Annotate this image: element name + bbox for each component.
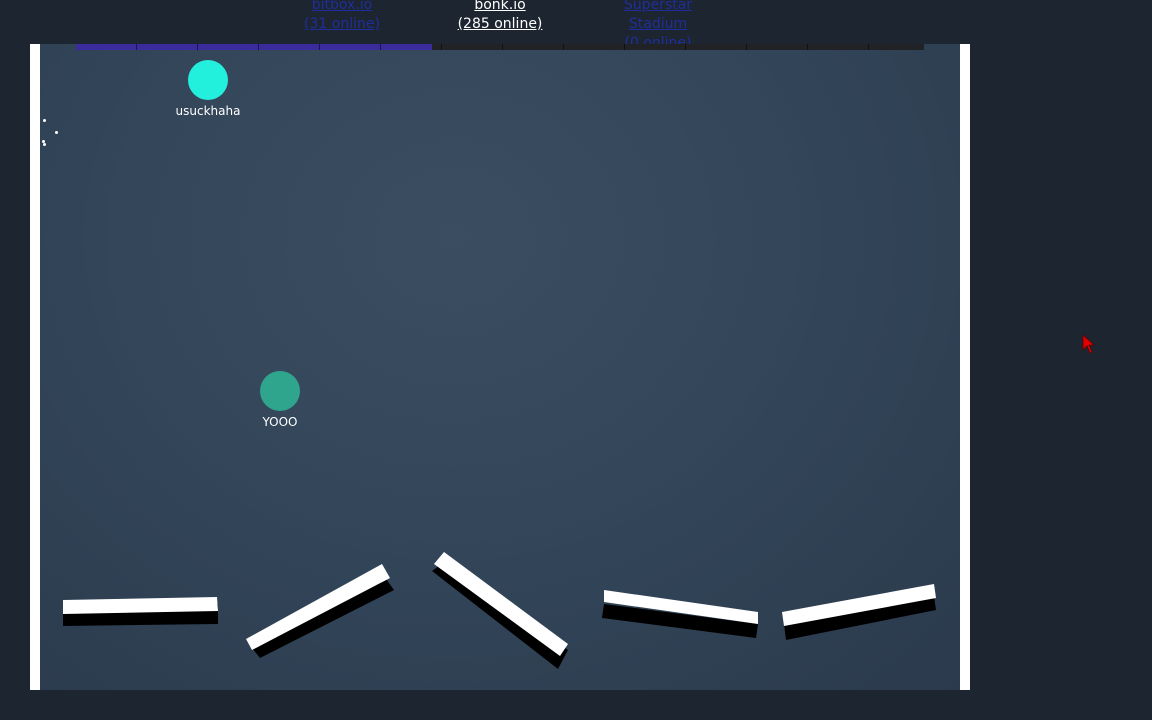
- server-link-bonk[interactable]: bonk.io (285 online): [440, 0, 560, 34]
- server-name: bonk.io: [474, 0, 526, 13]
- platform-3: [432, 552, 568, 669]
- platform-2: [246, 564, 394, 658]
- platform-5: [782, 584, 936, 640]
- server-online-count: (285 online): [457, 16, 543, 32]
- platform-1: [63, 597, 218, 626]
- server-online-count: (31 online): [304, 16, 380, 32]
- platform-4: [602, 590, 758, 638]
- platforms-layer: [63, 552, 936, 669]
- server-link-bitbox[interactable]: bitbox.io (31 online): [292, 0, 392, 34]
- server-name: Superstar Stadium: [623, 0, 693, 32]
- server-name: bitbox.io: [311, 0, 373, 13]
- server-links: bitbox.io (31 online) bonk.io (285 onlin…: [0, 0, 1152, 51]
- game-arena[interactable]: usuckhaha YOOO: [30, 44, 970, 690]
- red-pointer-cursor-icon: [1082, 334, 1096, 354]
